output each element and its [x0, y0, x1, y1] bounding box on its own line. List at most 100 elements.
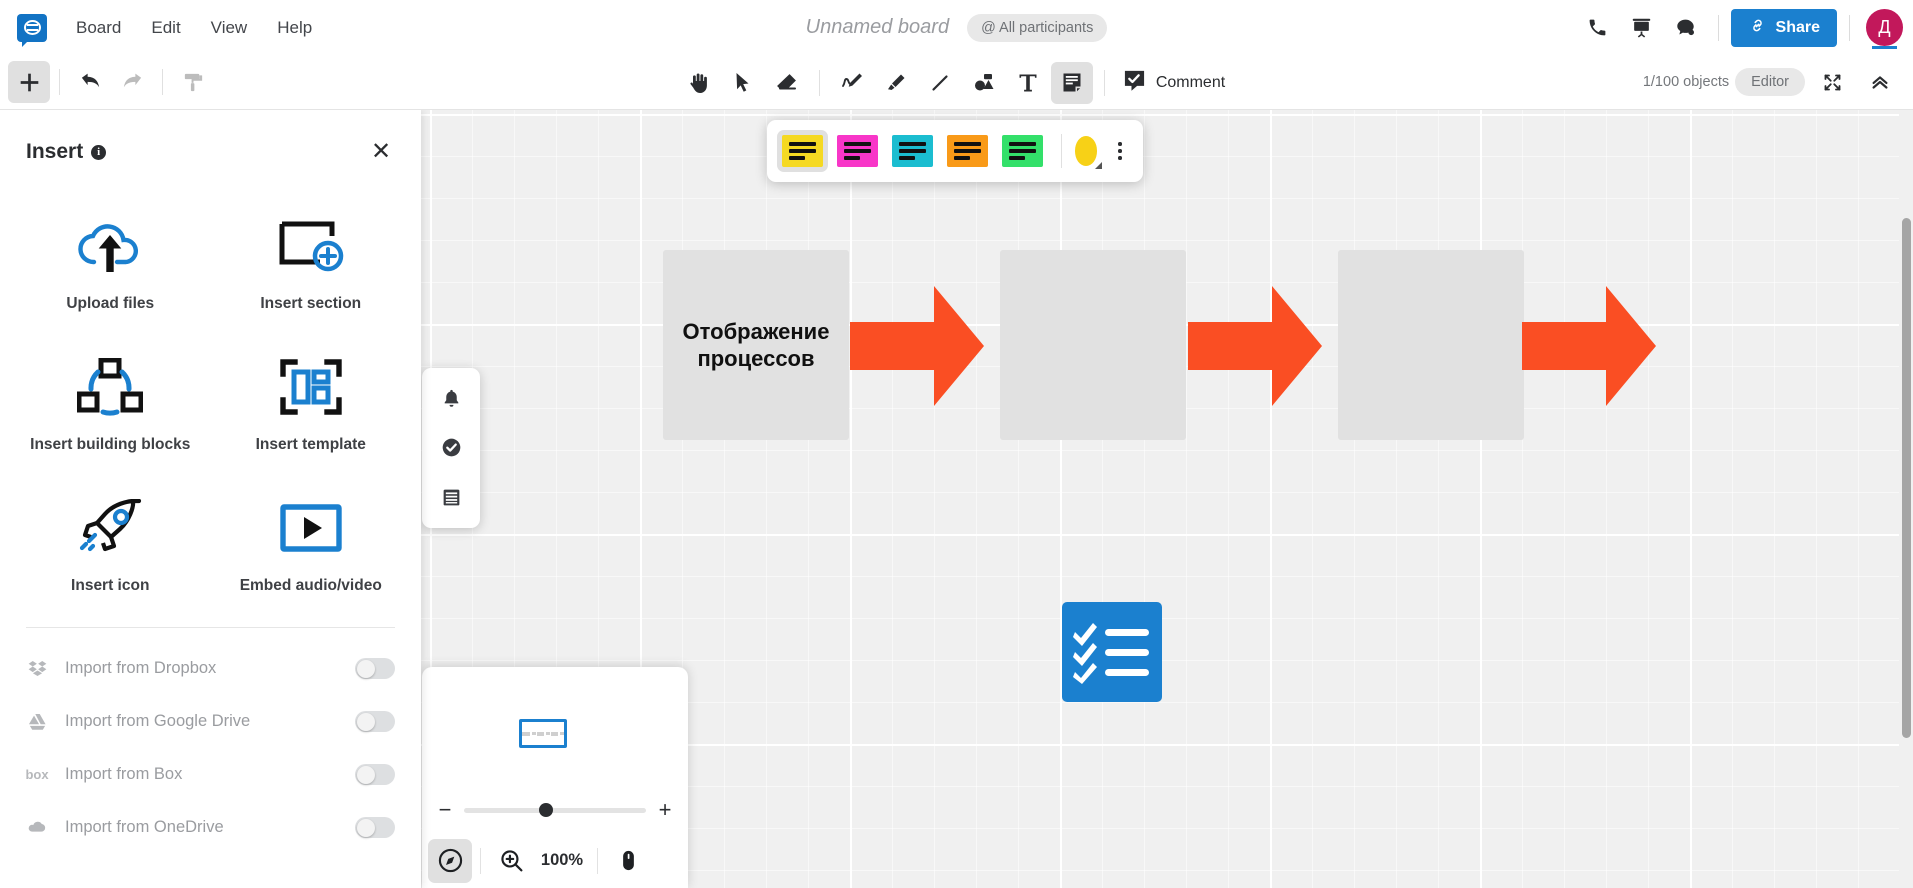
google-drive-icon	[26, 712, 48, 731]
hand-tool[interactable]	[678, 62, 720, 104]
mouse-mode-icon[interactable]	[606, 839, 650, 883]
divider	[1849, 14, 1850, 41]
avatar[interactable]: Д	[1866, 9, 1903, 49]
import-row-dropbox[interactable]: Import from Dropbox	[26, 642, 395, 695]
box-icon: box	[25, 767, 49, 782]
flow-arrow-3[interactable]	[1522, 286, 1656, 406]
pen-tool[interactable]	[831, 62, 873, 104]
divider	[1061, 134, 1062, 168]
shapes-tool[interactable]	[963, 62, 1005, 104]
navigator-icon[interactable]	[428, 838, 472, 883]
add-button[interactable]	[8, 61, 50, 103]
top-right-actions: Share Д	[1578, 8, 1913, 49]
vertical-scrollbar[interactable]	[1899, 110, 1913, 888]
import-row-onedrive[interactable]: Import from OneDrive	[26, 801, 395, 854]
canvas-side-menu	[422, 368, 480, 528]
flow-arrow-1[interactable]	[850, 286, 984, 406]
undo-button[interactable]	[69, 61, 111, 103]
zoom-slider[interactable]	[464, 803, 646, 817]
tile-embed-audio-video[interactable]: Embed audio/video	[211, 482, 412, 605]
color-picker-button[interactable]	[1074, 136, 1102, 169]
share-button[interactable]: Share	[1730, 8, 1837, 47]
import-toggle-google-drive[interactable]	[355, 711, 395, 732]
format-painter-button[interactable]	[172, 61, 214, 103]
tile-insert-template[interactable]: Insert template	[211, 341, 412, 464]
divider	[162, 69, 163, 95]
redo-button[interactable]	[111, 61, 153, 103]
tile-insert-section[interactable]: Insert section	[211, 200, 412, 323]
sticky-swatch-cyan[interactable]	[887, 130, 938, 172]
menu-item-help[interactable]: Help	[277, 19, 312, 36]
share-button-label: Share	[1775, 18, 1820, 36]
zoom-out-button[interactable]: −	[436, 799, 454, 821]
participants-pill[interactable]: @ All participants	[967, 13, 1108, 42]
divider	[818, 69, 820, 96]
select-tool[interactable]	[722, 62, 764, 104]
phone-icon[interactable]	[1578, 8, 1618, 48]
line-tool[interactable]	[919, 62, 961, 104]
divider	[59, 69, 60, 95]
sticky-note-tool[interactable]	[1050, 61, 1093, 104]
zoom-in-button[interactable]: +	[656, 799, 674, 821]
divider	[1717, 14, 1719, 41]
menu-item-edit[interactable]: Edit	[151, 19, 180, 36]
tile-insert-icon[interactable]: Insert icon	[10, 482, 211, 605]
zoom-slider-thumb[interactable]	[538, 803, 553, 817]
eraser-tool[interactable]	[766, 62, 808, 104]
tile-upload-files[interactable]: Upload files	[10, 200, 211, 323]
sticky-swatch-yellow[interactable]	[777, 130, 828, 172]
marker-tool[interactable]	[875, 62, 917, 104]
toolbar-right: 1/100 objects Editor	[1643, 61, 1913, 103]
text-tool[interactable]	[1007, 62, 1049, 104]
comment-button[interactable]: Comment	[1116, 62, 1235, 104]
zoom-icon[interactable]	[489, 839, 533, 883]
import-row-google-drive[interactable]: Import from Google Drive	[26, 695, 395, 748]
minimap[interactable]	[422, 667, 688, 799]
shape-box-1[interactable]: Отображение процессов	[663, 250, 849, 440]
flow-arrow-2[interactable]	[1188, 286, 1322, 406]
presentation-icon[interactable]	[1622, 8, 1662, 48]
close-icon[interactable]: ✕	[367, 138, 395, 166]
tile-insert-icon-label: Insert icon	[71, 577, 150, 594]
sticky-swatch-magenta[interactable]	[832, 130, 883, 172]
shape-box-3[interactable]	[1338, 250, 1524, 440]
checklist-icon	[1073, 623, 1149, 684]
comment-button-label: Comment	[1155, 73, 1226, 91]
minimap-viewport[interactable]	[519, 719, 567, 748]
info-icon[interactable]: i	[91, 144, 107, 160]
cloud-upload-icon	[75, 210, 145, 282]
rocket-icon	[77, 492, 143, 564]
outline-icon[interactable]	[431, 477, 471, 517]
import-toggle-dropbox[interactable]	[355, 658, 395, 679]
main-menu: Board Edit View Help	[76, 19, 312, 36]
insert-panel: Insert i ✕ Upload files Insert section I…	[0, 110, 421, 888]
play-icon	[280, 492, 342, 564]
import-sources-list: Import from Dropbox Import from Google D…	[0, 628, 421, 854]
board-title[interactable]: Unnamed board	[806, 16, 949, 39]
fullscreen-icon[interactable]	[1811, 61, 1853, 103]
vertical-scrollbar-thumb[interactable]	[1902, 218, 1911, 738]
comment-icon	[1122, 68, 1147, 98]
import-toggle-box[interactable]	[355, 764, 395, 785]
menu-item-view[interactable]: View	[211, 19, 248, 36]
role-pill[interactable]: Editor	[1735, 68, 1805, 96]
tile-building-blocks[interactable]: Insert building blocks	[10, 341, 211, 464]
import-toggle-onedrive[interactable]	[355, 817, 395, 838]
more-options-icon[interactable]	[1107, 132, 1133, 170]
sticky-swatch-orange[interactable]	[942, 130, 993, 172]
notifications-icon[interactable]	[431, 379, 471, 419]
collapse-icon[interactable]	[1859, 61, 1901, 103]
checklist-object[interactable]	[1062, 602, 1162, 702]
chat-icon[interactable]	[1666, 8, 1706, 48]
zoom-bottom-bar: 100%	[422, 833, 688, 888]
sticky-color-palette	[767, 120, 1143, 182]
menu-item-board[interactable]: Board	[76, 19, 121, 36]
app-logo[interactable]	[10, 6, 54, 50]
tasks-icon[interactable]	[431, 428, 471, 468]
sticky-swatch-green[interactable]	[997, 130, 1048, 172]
shape-box-2[interactable]	[1000, 250, 1186, 440]
divider	[597, 847, 598, 874]
import-row-box[interactable]: box Import from Box	[25, 748, 395, 801]
zoom-level[interactable]: 100%	[535, 851, 589, 870]
top-menu-bar: Board Edit View Help Unnamed board @ All…	[0, 0, 1913, 55]
